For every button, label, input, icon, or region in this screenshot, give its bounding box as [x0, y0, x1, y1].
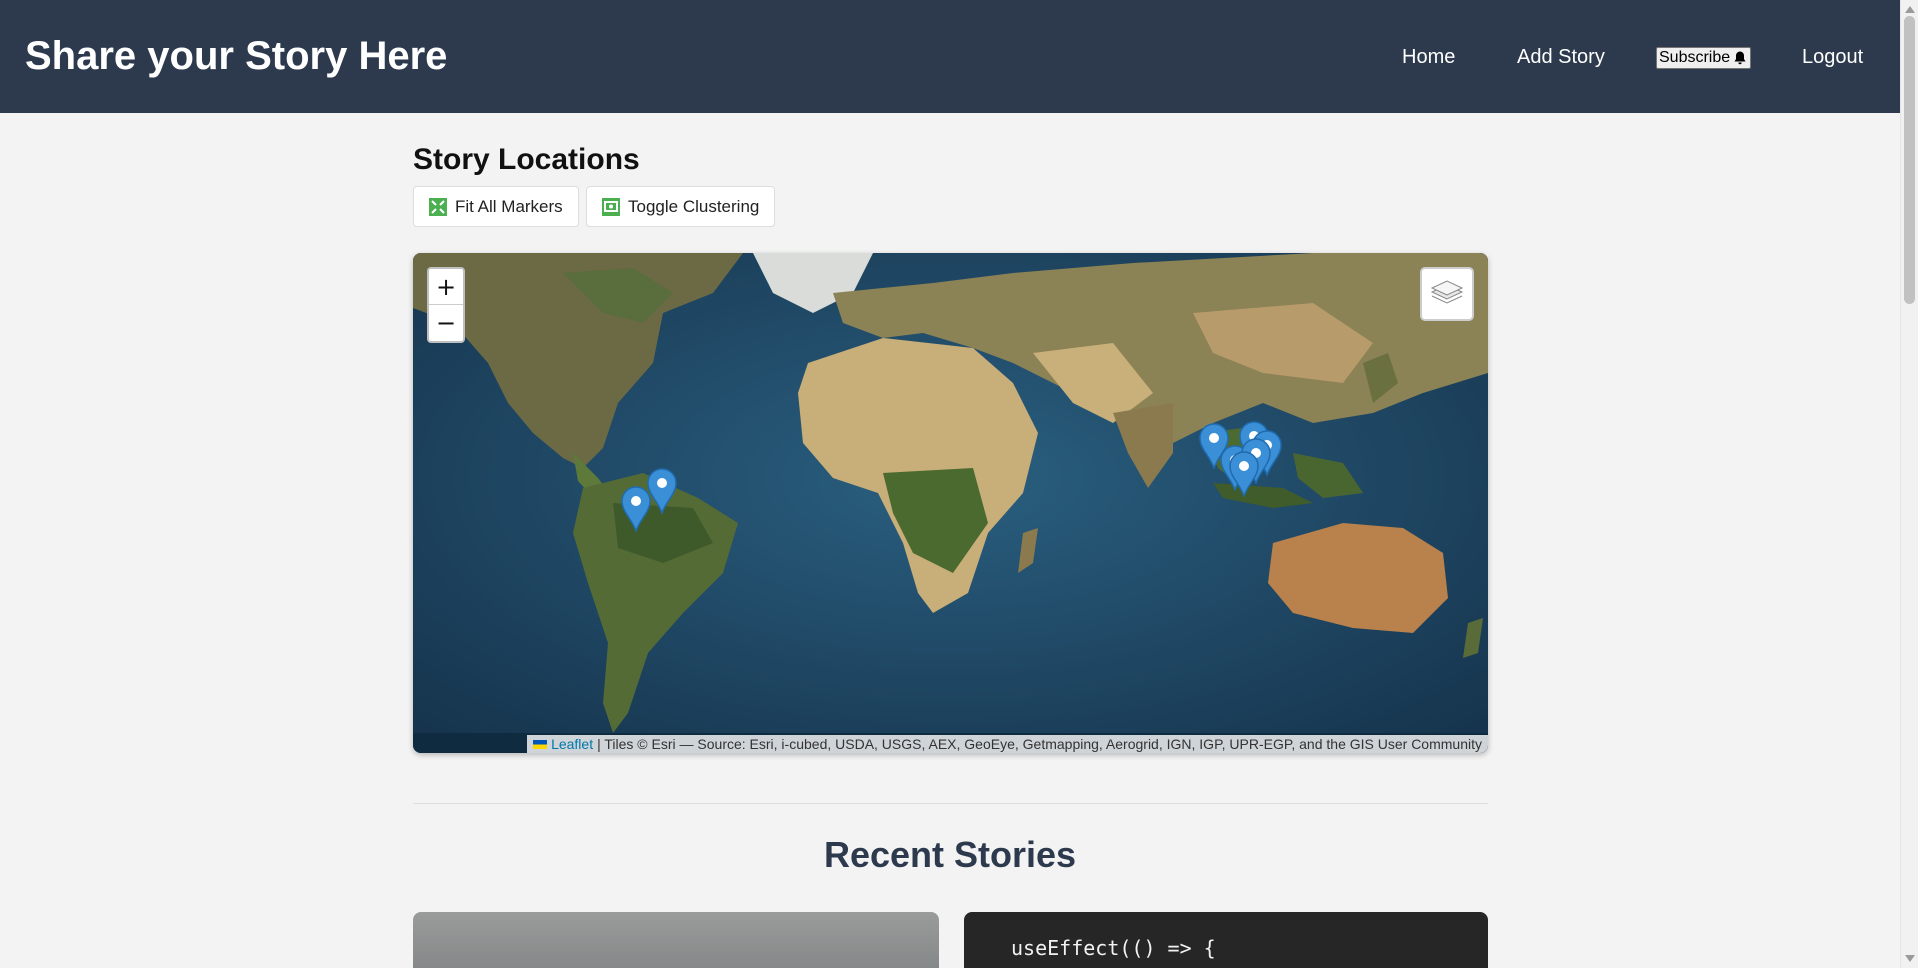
fit-all-markers-button[interactable]: Fit All Markers	[413, 186, 579, 227]
scroll-thumb[interactable]	[1904, 16, 1915, 304]
zoom-in-button[interactable]: +	[429, 269, 463, 305]
cluster-button-label: Toggle Clustering	[628, 196, 760, 216]
layers-icon	[1430, 280, 1464, 304]
layers-control-button[interactable]	[1420, 267, 1474, 321]
recent-stories-title: Recent Stories	[823, 834, 1077, 875]
story-card-code[interactable]: useEffect(() => {	[964, 912, 1488, 968]
story-card-image[interactable]	[413, 912, 939, 968]
subscribe-label: Subscribe	[1659, 49, 1731, 66]
story-marker[interactable]	[1228, 451, 1260, 497]
world-map-tiles[interactable]	[413, 253, 1488, 753]
expand-icon	[429, 197, 447, 216]
bell-icon	[1734, 51, 1746, 65]
page-scrollbar[interactable]	[1900, 0, 1918, 968]
code-snippet: useEffect(() => {	[1011, 936, 1216, 960]
toggle-clustering-button[interactable]: Toggle Clustering	[586, 186, 776, 227]
leaflet-link[interactable]: Leaflet	[551, 736, 593, 752]
ukraine-flag-icon	[533, 739, 548, 749]
nav-logout-link[interactable]: Logout	[1802, 46, 1863, 69]
story-marker[interactable]	[646, 468, 678, 514]
scroll-down-arrow-icon[interactable]	[1905, 955, 1915, 962]
zoom-out-button[interactable]: −	[429, 305, 463, 341]
subscribe-button[interactable]: Subscribe	[1656, 47, 1752, 69]
map-attribution: Leaflet | Tiles © Esri — Source: Esri, i…	[527, 735, 1488, 753]
nav-home-link[interactable]: Home	[1402, 46, 1455, 69]
zoom-control: + −	[427, 267, 465, 343]
fit-button-label: Fit All Markers	[455, 196, 563, 216]
section-divider	[413, 803, 1488, 804]
nav-add-story-link[interactable]: Add Story	[1517, 46, 1605, 69]
attribution-text: | Tiles © Esri — Source: Esri, i-cubed, …	[597, 736, 1482, 752]
story-map[interactable]: + − Leaflet | Tiles © Esri — Source: Esr…	[413, 253, 1488, 753]
scroll-up-arrow-icon[interactable]	[1905, 6, 1915, 13]
map-section-title: Story Locations	[413, 143, 640, 176]
top-header: Share your Story Here Home Add Story Sub…	[0, 0, 1900, 113]
site-title[interactable]: Share your Story Here	[25, 34, 447, 79]
cluster-icon	[602, 197, 620, 216]
